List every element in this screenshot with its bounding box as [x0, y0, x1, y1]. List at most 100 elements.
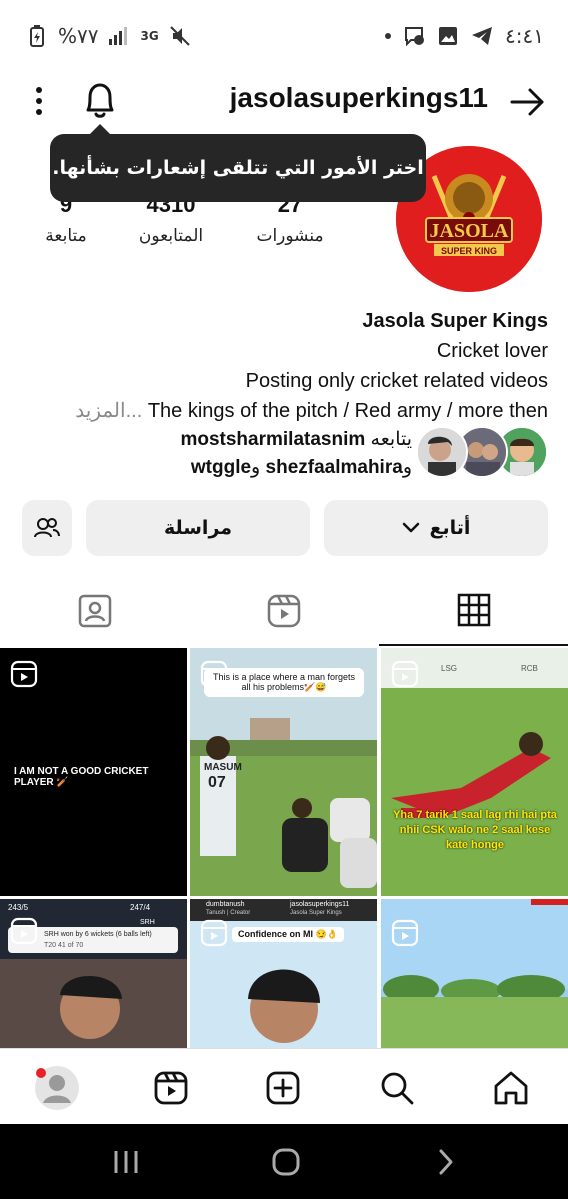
- post-thumbnail-3[interactable]: LSG RCB Yha 7 tarik 1 saal lag rhi hai p…: [381, 648, 568, 896]
- status-left: %٧٧ 3G: [26, 24, 191, 48]
- tagged-icon: [78, 594, 111, 628]
- posts-grid: I AM NOT A GOOD CRICKET PLAYER 🏏 This is…: [0, 648, 568, 1048]
- reels-icon: [154, 1071, 188, 1105]
- followed-by-text[interactable]: يتابعه mostsharmilatasnim وshezfaalmahir…: [180, 426, 412, 482]
- followed-by-row[interactable]: يتابعه mostsharmilatasnim وshezfaalmahir…: [20, 424, 548, 480]
- nav-profile[interactable]: [34, 1065, 80, 1111]
- post-3-team-1: LSG: [441, 664, 458, 673]
- post-thumbnail-4[interactable]: 243/5 247/4 SRH SRH won by 6 wickets (6 …: [0, 899, 187, 1048]
- post-thumbnail-6[interactable]: [381, 899, 568, 1048]
- post-5-caption: Confidence on MI 😏👌: [232, 927, 344, 942]
- profile-username: jasolasuperkings11: [229, 82, 488, 113]
- recent-apps-button[interactable]: [106, 1146, 146, 1178]
- follower-avatar-3: [416, 426, 468, 478]
- status-bar: %٧٧ 3G ٤:٤١: [0, 0, 568, 70]
- mute-icon: [169, 25, 191, 47]
- svg-text:JASOLA: JASOLA: [430, 220, 509, 242]
- profile-bio: Jasola Super Kings Cricket lover Posting…: [20, 306, 548, 426]
- bio-line-1: Cricket lover: [436, 340, 548, 362]
- post-2-jersey-number: 07: [208, 774, 226, 791]
- arrow-right-icon: [510, 88, 544, 116]
- dot-icon: [385, 33, 392, 39]
- reel-badge-icon: [10, 917, 38, 945]
- add-post-icon: [266, 1071, 300, 1105]
- message-label: مراسلة: [163, 517, 233, 539]
- home-button[interactable]: [266, 1146, 306, 1178]
- bio-ellipsis: ...: [125, 400, 148, 422]
- followed-by-name-3[interactable]: wtggle: [191, 457, 251, 478]
- followed-by-name-2[interactable]: shezfaalmahira: [266, 457, 403, 478]
- signal-icon: [108, 25, 131, 47]
- post-thumbnail-5[interactable]: dumbtanush Tanush | Creator jasolasuperk…: [190, 899, 377, 1048]
- more-options-button[interactable]: [28, 84, 50, 118]
- reel-badge-icon: [391, 660, 419, 688]
- post-2-jersey-name: MASUM: [204, 762, 242, 773]
- post-3-caption: Yha 7 tarik 1 saal lag rhi hai pta nhii …: [393, 809, 557, 851]
- bio-more-link[interactable]: المزيد: [75, 400, 125, 422]
- tab-reels[interactable]: [189, 576, 378, 646]
- followed-by-and: و: [402, 457, 412, 478]
- post-5-user-2: jasolasuperkings11: [290, 901, 350, 908]
- followed-by-and-2: و: [251, 457, 261, 478]
- add-people-icon: [34, 518, 60, 538]
- chevron-down-icon: [402, 522, 419, 533]
- notifications-tooltip[interactable]: اختر الأمور التي تتلقى إشعارات بشأنها.: [50, 124, 426, 202]
- post-2-caption: This is a place where a man forgets all …: [204, 668, 364, 697]
- clock: ٤:٤١: [505, 24, 544, 48]
- bio-line-2: Posting only cricket related videos: [245, 370, 548, 392]
- suggested-people-button[interactable]: [22, 500, 72, 556]
- following-label: متابعة: [45, 226, 87, 246]
- follow-button[interactable]: أتابع: [324, 500, 548, 556]
- message-button[interactable]: مراسلة: [86, 500, 310, 556]
- post-1-caption: I AM NOT A GOOD CRICKET PLAYER 🏏: [14, 766, 149, 788]
- tab-grid[interactable]: [379, 576, 568, 646]
- post-5-user-1-sub: Tanush | Creator: [206, 910, 251, 916]
- search-icon: [381, 1072, 414, 1105]
- messenger-icon: [403, 25, 425, 47]
- post-4-result: SRH won by 6 wickets (6 balls left): [44, 931, 152, 938]
- post-thumbnail-2[interactable]: This is a place where a man forgets all …: [190, 648, 377, 896]
- post-3-team-2: RCB: [521, 664, 538, 673]
- followed-by-prefix: يتابعه: [370, 429, 412, 450]
- nav-create[interactable]: [260, 1065, 306, 1111]
- followers-label: المتابعون: [138, 226, 204, 246]
- profile-avatar-icon: [35, 1066, 79, 1110]
- nav-home[interactable]: [488, 1065, 534, 1111]
- notifications-bell-button[interactable]: [80, 80, 120, 122]
- reel-badge-icon: [200, 919, 228, 947]
- post-4-team: SRH: [140, 919, 155, 926]
- bio-line-3[interactable]: المزيد... The kings of the pitch / Red a…: [20, 396, 548, 426]
- nav-search[interactable]: [374, 1065, 420, 1111]
- gallery-icon: [437, 25, 459, 47]
- svg-text:SUPER KING: SUPER KING: [441, 246, 497, 256]
- tab-tagged[interactable]: [0, 576, 189, 646]
- chevron-right-icon: [439, 1149, 453, 1175]
- nav-reels[interactable]: [148, 1065, 194, 1111]
- display-name: Jasola Super Kings: [362, 310, 548, 332]
- post-4-score-left: 243/5: [8, 903, 29, 912]
- recent-apps-icon: [114, 1151, 138, 1173]
- profile-tabs: [0, 576, 568, 646]
- post-4-over: T20 41 of 70: [44, 942, 84, 949]
- bottom-navigation: [0, 1048, 568, 1124]
- grid-icon: [457, 593, 490, 627]
- home-circle-icon: [272, 1148, 300, 1176]
- post-5-user-2-sub: Jasola Super Kings: [290, 910, 342, 916]
- follow-label: أتابع: [429, 517, 471, 539]
- profile-header: jasolasuperkings11: [0, 78, 568, 124]
- back-button[interactable]: [426, 1146, 466, 1178]
- system-navigation-bar: [0, 1124, 568, 1199]
- status-right: ٤:٤١: [385, 24, 544, 48]
- posts-label: منشورات: [256, 226, 324, 246]
- post-thumbnail-1[interactable]: I AM NOT A GOOD CRICKET PLAYER 🏏: [0, 648, 187, 896]
- bio-truncated: The kings of the pitch / Red army / more…: [147, 400, 548, 422]
- bell-icon: [86, 83, 114, 118]
- reels-icon: [267, 594, 300, 628]
- telegram-icon: [471, 25, 493, 47]
- followed-by-name-1[interactable]: mostsharmilatasnim: [180, 429, 365, 450]
- forward-arrow-button[interactable]: [508, 82, 548, 122]
- home-icon: [494, 1071, 528, 1105]
- network-type: 3G: [140, 29, 159, 43]
- battery-saver-icon: [26, 25, 48, 47]
- tooltip-text: اختر الأمور التي تتلقى إشعارات بشأنها.: [52, 157, 424, 179]
